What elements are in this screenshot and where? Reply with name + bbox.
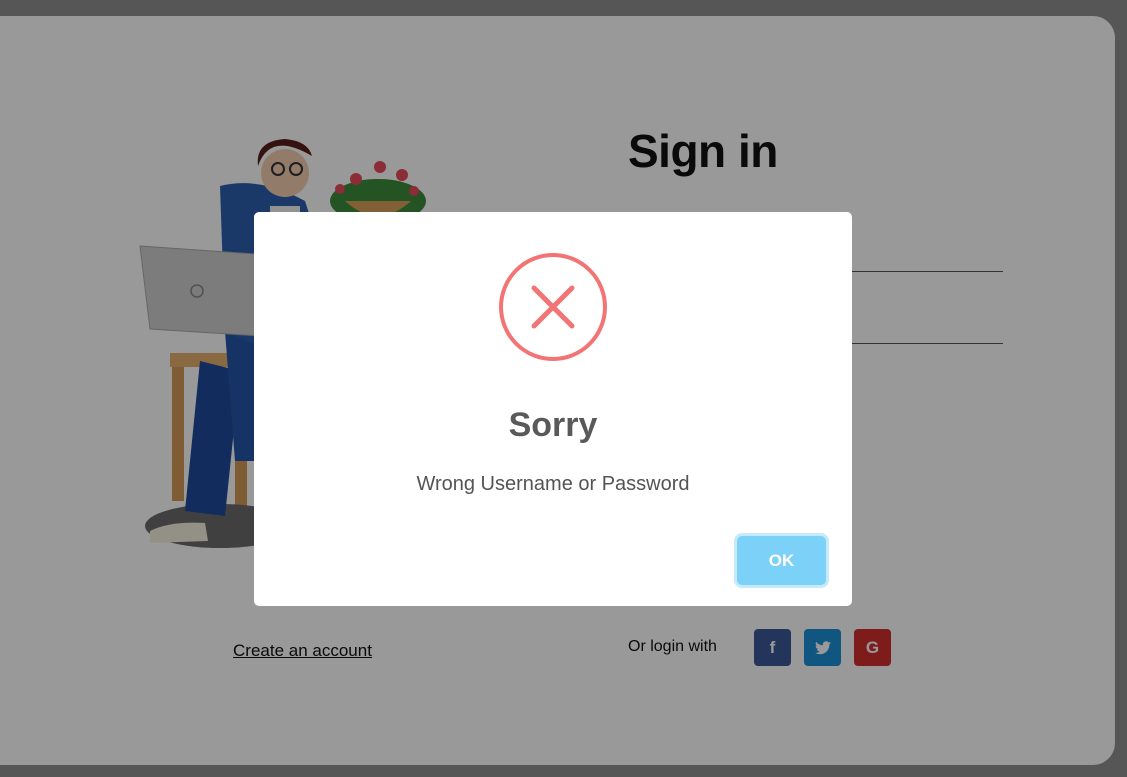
dialog-title: Sorry [508, 406, 598, 444]
error-x-icon [499, 253, 607, 361]
ok-button[interactable]: OK [737, 536, 826, 585]
dialog-message: Wrong Username or Password [416, 473, 690, 495]
error-dialog: Sorry Wrong Username or Password OK [254, 212, 852, 606]
